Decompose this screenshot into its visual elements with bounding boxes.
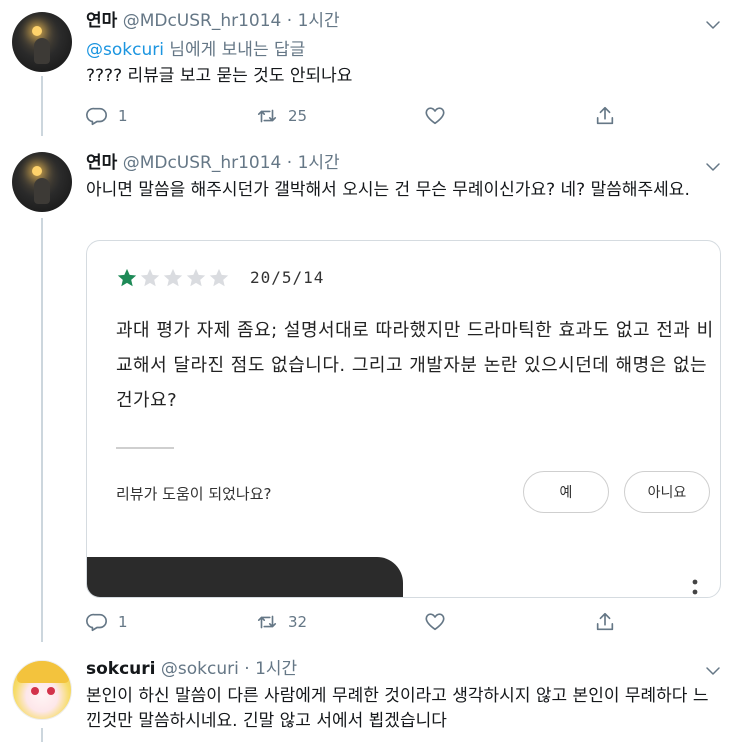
mention-link[interactable]: @sokcuri (86, 40, 164, 60)
avatar[interactable] (12, 152, 72, 212)
divider (116, 447, 174, 449)
user-handle[interactable]: @MDcUSR_hr1014 (123, 153, 282, 173)
retweet-icon (257, 109, 277, 123)
user-handle[interactable]: @sokcuri (161, 659, 239, 679)
reply-button[interactable]: 1 (86, 104, 128, 128)
reply-icon (86, 613, 107, 632)
tweet-text: 본인이 하신 말씀이 다른 사람에게 무례한 것이라고 생각하시지 않고 본인이… (86, 686, 709, 731)
share-icon (596, 106, 614, 125)
star-icon (140, 268, 160, 287)
dark-panel (87, 557, 403, 597)
helpful-yes-button[interactable]: 예 (523, 471, 609, 513)
tweet-actions: 1 25 (86, 104, 646, 128)
separator-dot: · (244, 659, 250, 679)
like-button[interactable] (424, 104, 446, 128)
separator-dot: · (286, 11, 293, 31)
star-icon (163, 268, 183, 287)
tweet-text: 아니면 말씀을 해주시던가 갤박해서 오시는 건 무슨 무례이신가요? 네? 말… (86, 180, 690, 200)
review-date: 20/5/14 (250, 268, 325, 287)
retweet-icon (257, 615, 277, 629)
user-handle[interactable]: @MDcUSR_hr1014 (123, 11, 282, 31)
chevron-down-icon[interactable] (704, 662, 722, 680)
retweet-count: 25 (288, 107, 308, 125)
share-button[interactable] (594, 610, 616, 634)
reply-count: 1 (118, 107, 128, 125)
chevron-down-icon[interactable] (704, 158, 722, 176)
tweet-header: 연마 @MDcUSR_hr1014 · 1시간 (86, 10, 340, 32)
chevron-down-icon[interactable] (704, 16, 722, 34)
timestamp[interactable]: 1시간 (298, 11, 340, 31)
share-button[interactable] (594, 104, 616, 128)
review-text: 과대 평가 자제 좀요; 설명서대로 따라했지만 드라마틱한 효과도 없고 전과… (116, 320, 714, 411)
display-name[interactable]: 연마 (86, 11, 117, 31)
timestamp[interactable]: 1시간 (298, 153, 340, 173)
tweet-text: ???? 리뷰글 보고 묻는 것도 안되나요 (86, 66, 353, 86)
tweet[interactable]: sokcuri @sokcuri · 1시간 본인이 하신 말씀이 다른 사람에… (0, 648, 738, 742)
tweet-header: 연마 @MDcUSR_hr1014 · 1시간 (86, 152, 340, 174)
like-icon (425, 613, 445, 631)
display-name[interactable]: sokcuri (86, 659, 156, 679)
display-name[interactable]: 연마 (86, 153, 117, 173)
like-button[interactable] (424, 610, 446, 634)
reply-button[interactable]: 1 (86, 610, 128, 634)
separator-dot: · (286, 153, 293, 173)
helpful-question: 리뷰가 도움이 되었나요? (116, 485, 272, 503)
replying-to: @sokcuri 님에게 보내는 답글 (86, 38, 721, 63)
share-icon (596, 612, 614, 631)
tweet-header: sokcuri @sokcuri · 1시간 (86, 658, 297, 680)
star-icon (209, 268, 229, 287)
more-vertical-icon[interactable] (692, 577, 698, 597)
avatar[interactable] (12, 12, 72, 72)
reply-count: 1 (118, 613, 128, 631)
avatar[interactable] (12, 660, 72, 720)
replying-label: 님에게 보내는 답글 (163, 40, 306, 60)
retweet-count: 32 (288, 613, 308, 631)
star-icon (117, 268, 137, 287)
like-icon (425, 107, 445, 125)
star-rating (116, 267, 231, 289)
embedded-review-image[interactable]: 20/5/14 과대 평가 자제 좀요; 설명서대로 따라했지만 드라마틱한 효… (86, 240, 721, 598)
retweet-button[interactable]: 25 (256, 104, 307, 128)
timestamp[interactable]: 1시간 (255, 659, 297, 679)
tweet-actions: 1 32 (86, 610, 646, 634)
reply-icon (86, 107, 107, 126)
star-icon (186, 268, 206, 287)
retweet-button[interactable]: 32 (256, 610, 307, 634)
tweet[interactable]: 연마 @MDcUSR_hr1014 · 1시간 @sokcuri 님에게 보내는… (0, 0, 738, 140)
helpful-no-button[interactable]: 아니요 (624, 471, 710, 513)
